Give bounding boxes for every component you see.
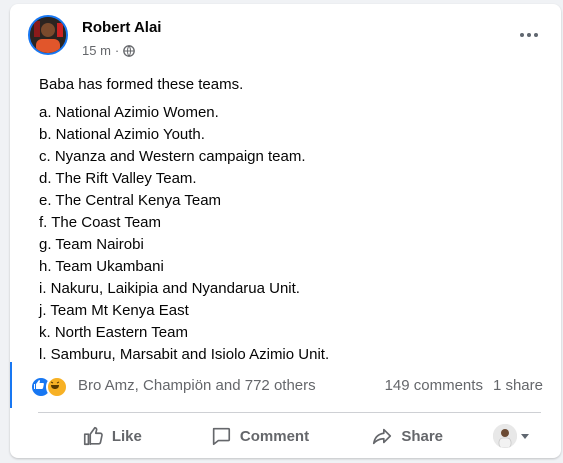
author-name[interactable]: Robert Alai — [82, 19, 161, 36]
comment-icon — [212, 427, 230, 446]
comment-label: Comment — [239, 427, 310, 445]
post-intro: Baba has formed these teams. — [39, 76, 244, 93]
author-avatar[interactable] — [28, 15, 68, 55]
avatar-photo-icon — [30, 17, 66, 53]
post-meta: 15 m · — [82, 43, 136, 58]
reactions-row: Bro Amz, Champiön and 772 others 149 com… — [30, 373, 543, 398]
comments-count[interactable]: 149 comments — [385, 377, 483, 394]
focus-indicator — [10, 362, 12, 408]
share-button[interactable]: Share — [333, 418, 481, 454]
shares-count[interactable]: 1 share — [493, 377, 543, 394]
team-list-item: g. Team Nairobi — [39, 236, 144, 253]
chevron-down-icon — [521, 433, 530, 439]
team-list-item: j. Team Mt Kenya East — [39, 302, 189, 319]
reaction-icons[interactable] — [30, 374, 72, 398]
share-icon — [373, 428, 392, 445]
like-button[interactable]: Like — [38, 418, 186, 454]
thumbs-up-icon — [83, 426, 103, 446]
post-header: Robert Alai 15 m · — [28, 15, 549, 59]
haha-reaction-icon — [46, 376, 68, 398]
team-list-item: a. National Azimio Women. — [39, 104, 219, 121]
team-list-item: e. The Central Kenya Team — [39, 192, 222, 209]
more-options-icon[interactable] — [517, 25, 541, 45]
team-list-item: i. Nakuru, Laikipia and Nyandarua Unit. — [39, 280, 300, 297]
team-list-item: l. Samburu, Marsabit and Isiolo Azimio U… — [39, 346, 330, 363]
reaction-profile-selector[interactable] — [481, 424, 541, 448]
reactors-text[interactable]: Bro Amz, Champiön and 772 others — [78, 377, 316, 394]
post-text: Baba has formed these teams. a. National… — [39, 74, 329, 366]
team-list-item: f. The Coast Team — [39, 214, 162, 231]
comment-button[interactable]: Comment — [186, 418, 334, 454]
actions-divider — [38, 412, 541, 413]
profile-avatar — [493, 424, 518, 448]
action-bar: Like Comment Share — [38, 417, 541, 455]
team-list-item: b. National Azimio Youth. — [39, 126, 205, 143]
team-list-item: c. Nyanza and Western campaign team. — [39, 148, 306, 165]
team-list-item: h. Team Ukambani — [39, 258, 164, 275]
profile-photo-icon — [493, 424, 518, 448]
globe-icon[interactable] — [123, 44, 136, 57]
engagement-counts: 149 comments 1 share — [385, 377, 543, 394]
team-list-item: k. North Eastern Team — [39, 324, 188, 341]
share-label: Share — [401, 427, 444, 445]
meta-separator: · — [114, 43, 120, 58]
like-label: Like — [111, 427, 142, 445]
team-list-item: d. The Rift Valley Team. — [39, 170, 197, 187]
post-time[interactable]: 15 m — [82, 43, 111, 58]
